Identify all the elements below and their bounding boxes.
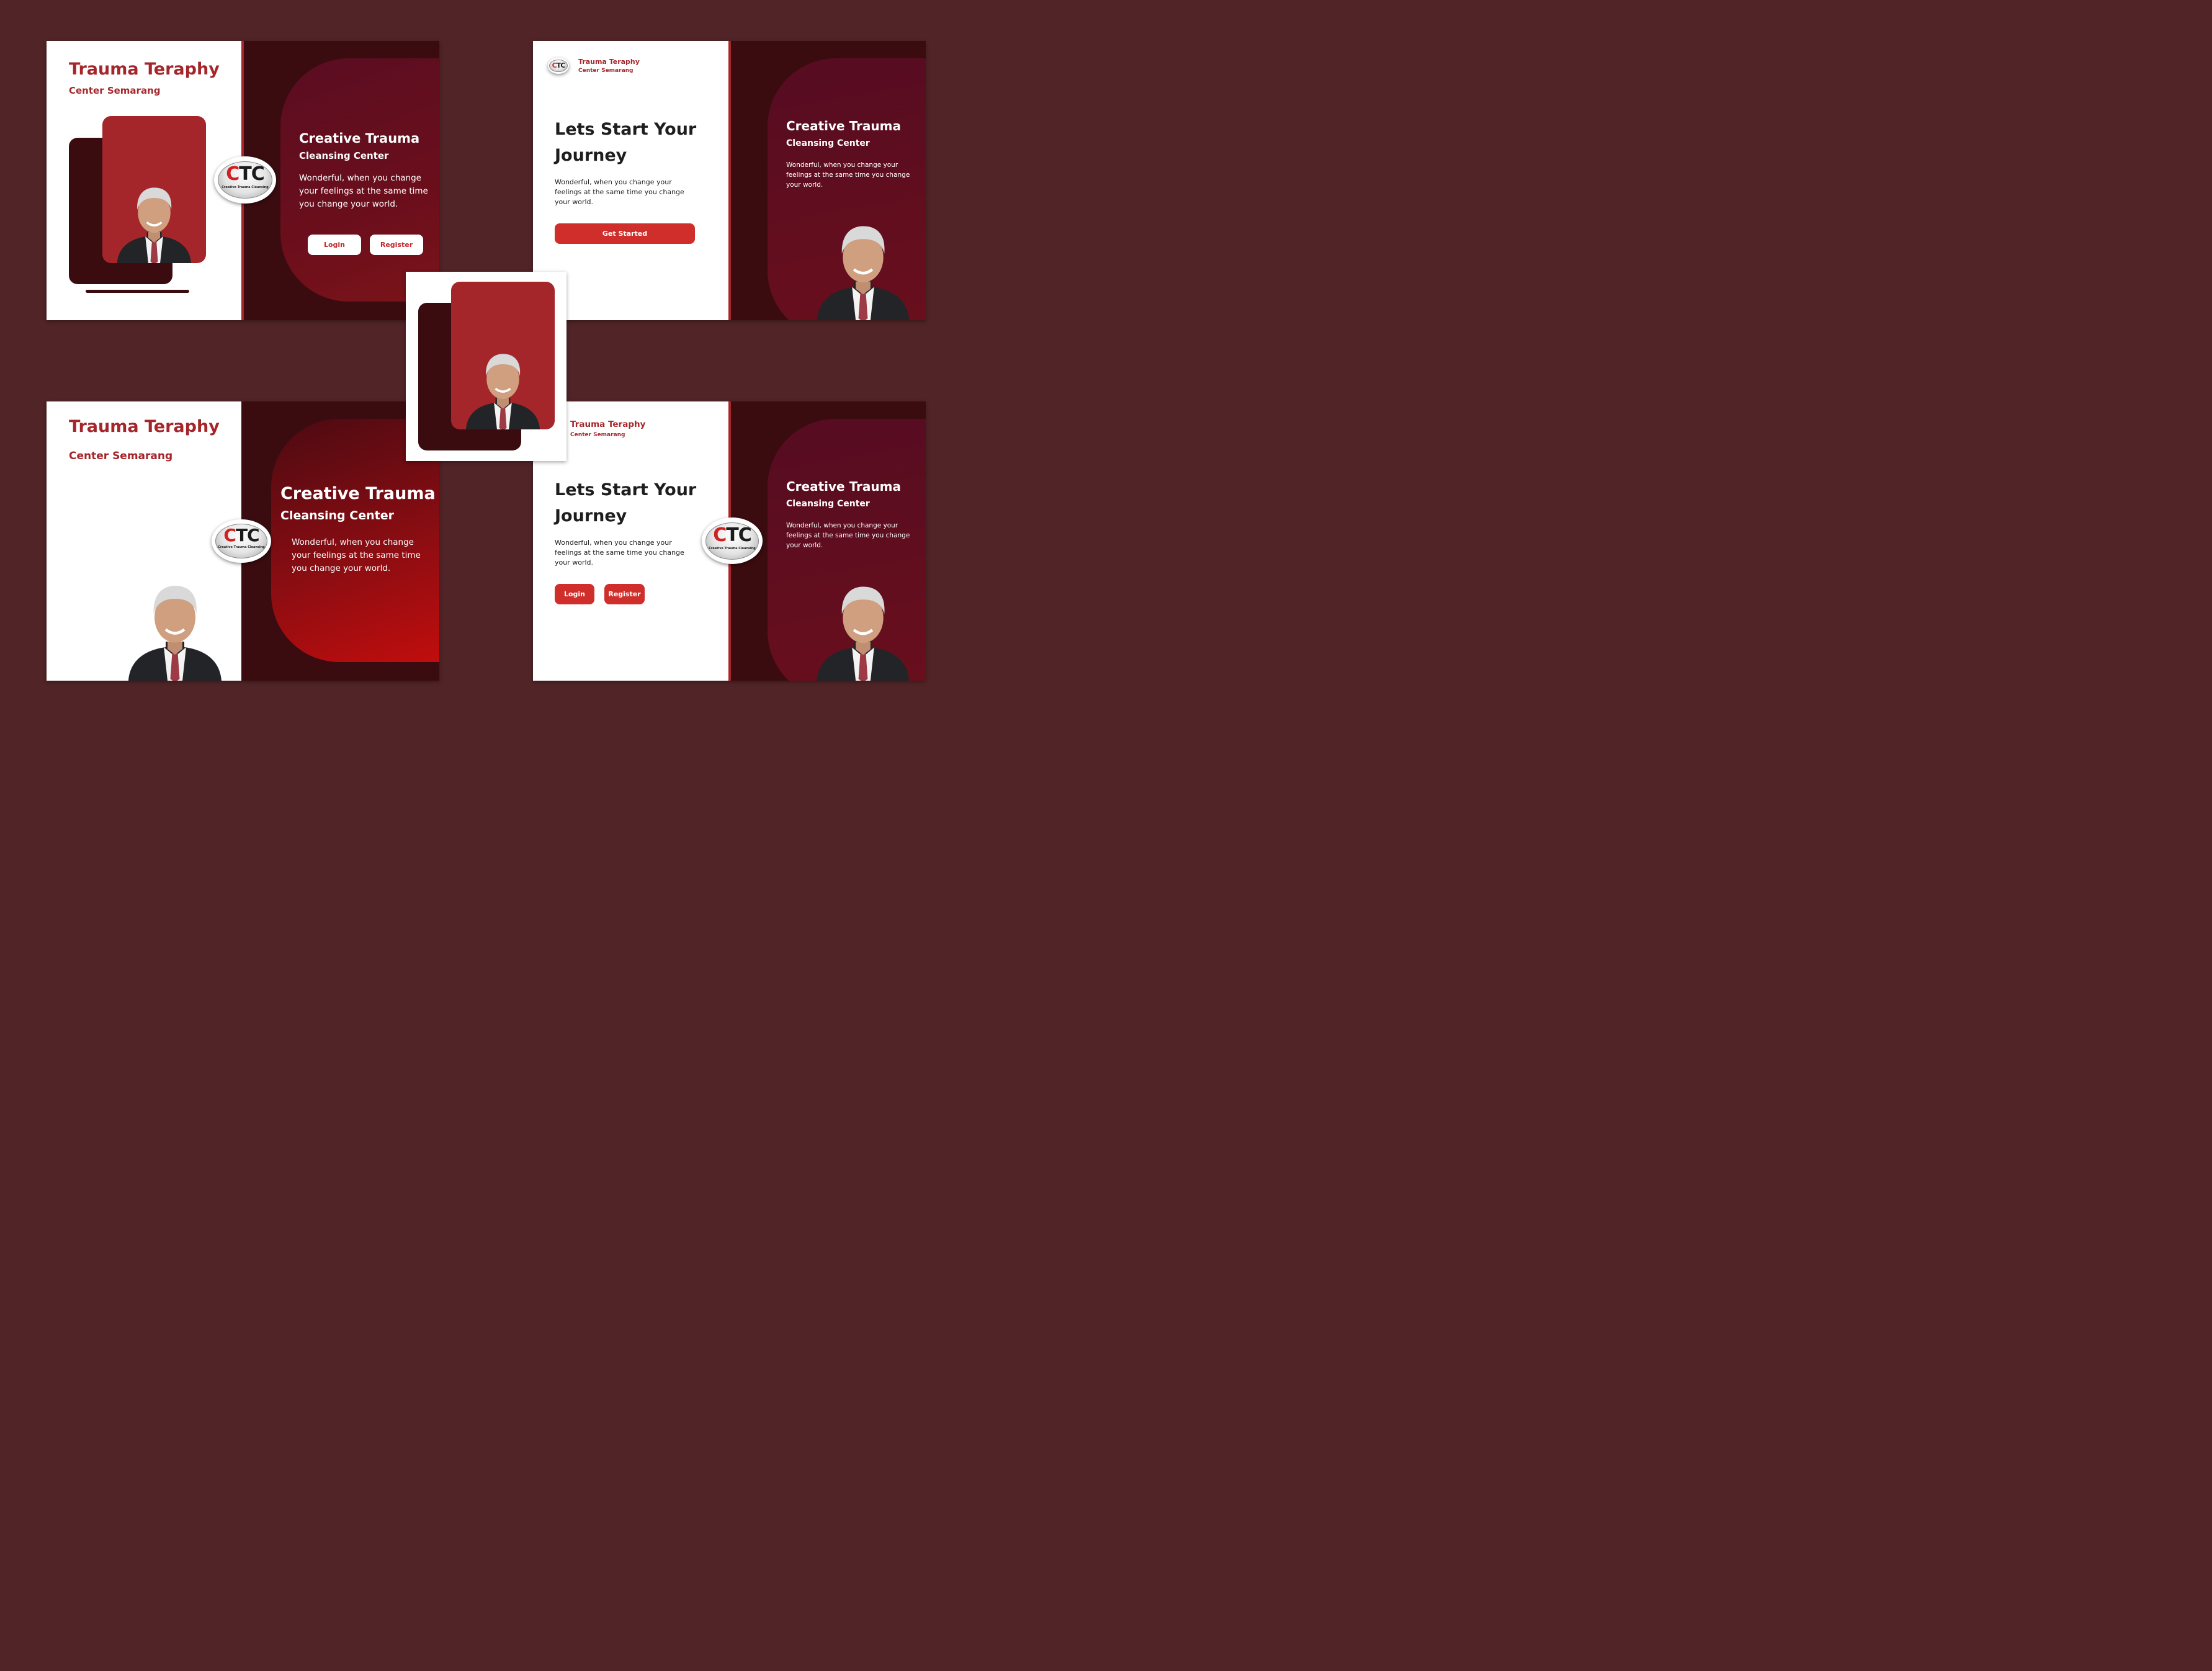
hero-heading-line2: Cleansing Center — [299, 150, 389, 161]
hero-heading-line2: Cleansing Center — [786, 499, 870, 509]
hero-heading-line2: Cleansing Center — [786, 138, 870, 148]
get-started-button[interactable]: Get Started — [555, 223, 695, 244]
ctc-logo-icon: CTC Creative Trauma Cleansing — [212, 519, 271, 563]
hero-heading-line1: Creative Trauma — [786, 479, 901, 494]
onboarding-description: Wonderful, when you change your feelings… — [555, 539, 684, 567]
hero-description: Wonderful, when you change your feelings… — [786, 161, 910, 189]
brand-subtitle: Center Semarang — [69, 85, 161, 96]
portrait-photo — [799, 557, 926, 681]
underline-bar — [86, 290, 189, 293]
hero-description: Wonderful, when you change your feelings… — [292, 537, 421, 573]
onboarding-card-auth: Trauma Teraphy Center Semarang Lets Star… — [533, 401, 926, 681]
hero-heading-line1: Creative Trauma — [299, 131, 420, 146]
person-photo — [799, 557, 926, 681]
hero-description: Wonderful, when you change your feelings… — [299, 173, 428, 209]
onboarding-heading: Lets Start Your Journey — [555, 120, 697, 165]
brand-title: Trauma Teraphy — [69, 417, 220, 436]
brand-title: Trauma Teraphy — [578, 58, 640, 66]
register-button[interactable]: Register — [604, 584, 645, 604]
person-photo — [465, 352, 541, 429]
onboarding-heading: Lets Start Your Journey — [555, 480, 697, 526]
brand-title: Trauma Teraphy — [570, 419, 646, 429]
portrait-overlay-card — [406, 272, 566, 461]
ctc-logo-icon: CTC Creative Trauma Cleansing — [214, 156, 276, 204]
divider-line — [728, 41, 731, 320]
portrait-photo — [799, 196, 926, 320]
person-photo — [799, 196, 926, 320]
brand-title: Trauma Teraphy — [69, 60, 220, 79]
onboarding-card: CTC Trauma Teraphy Center Semarang Lets … — [533, 41, 926, 320]
brand-subtitle: Center Semarang — [69, 450, 173, 462]
brand-subtitle: Center Semarang — [578, 68, 634, 74]
login-button[interactable]: Login — [308, 235, 361, 255]
hero-heading-line1: Creative Trauma — [786, 119, 901, 133]
portrait-photo — [451, 282, 555, 429]
ctc-logo-icon: CTC Creative Trauma Cleansing — [702, 517, 763, 564]
hero-heading-line2: Cleansing Center — [280, 509, 394, 522]
portrait-photo — [110, 557, 240, 681]
login-button[interactable]: Login — [555, 584, 594, 604]
brand-subtitle: Center Semarang — [570, 432, 625, 438]
person-photo — [110, 557, 240, 681]
register-button[interactable]: Register — [370, 235, 423, 255]
hero-heading-line1: Creative Trauma — [280, 484, 436, 503]
person-photo — [116, 186, 192, 263]
onboarding-description: Wonderful, when you change your feelings… — [555, 178, 684, 206]
landing-card-gradient: Trauma Teraphy Center Semarang CTC Creati… — [47, 401, 439, 681]
ctc-logo-icon: CTC — [548, 58, 569, 74]
hero-description: Wonderful, when you change your feelings… — [786, 522, 910, 549]
landing-card-login: Trauma Teraphy Center Semarang CTC Creati… — [47, 41, 439, 320]
portrait-photo — [102, 116, 206, 263]
